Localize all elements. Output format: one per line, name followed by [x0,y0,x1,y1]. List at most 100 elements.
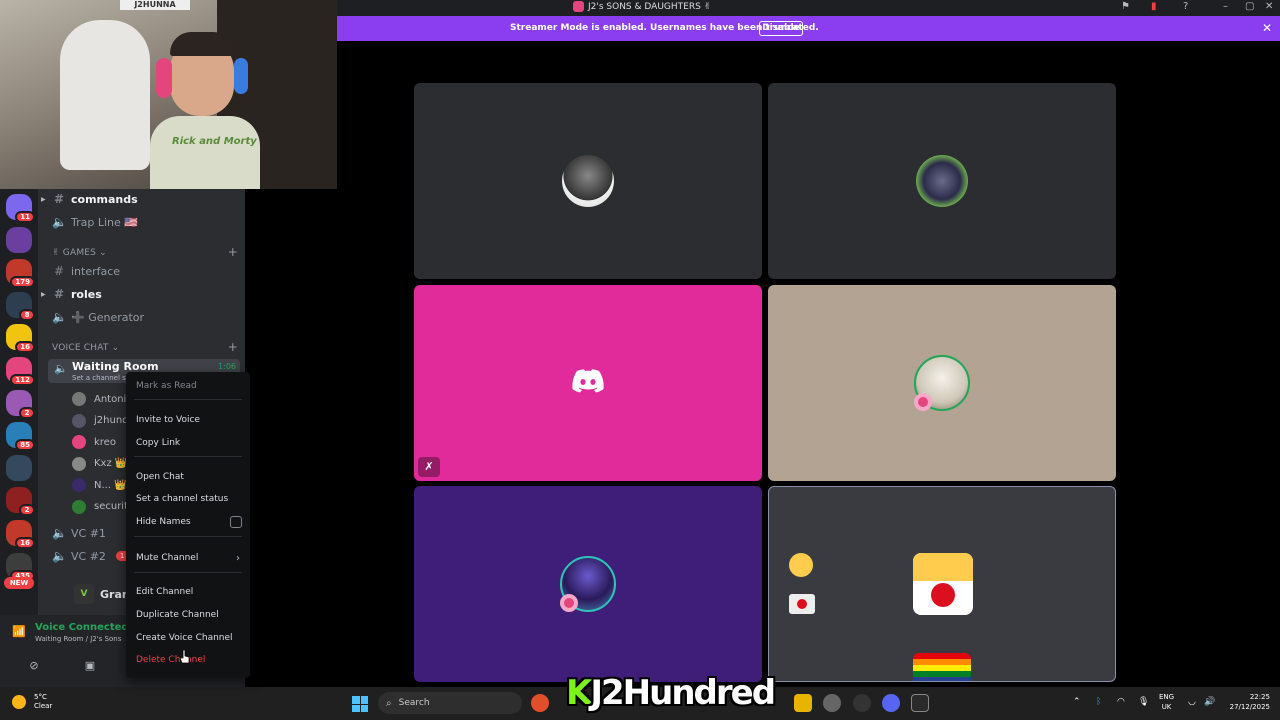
add-channel-icon[interactable]: + [228,341,238,353]
menu-hide-names[interactable]: Hide Names [136,513,242,531]
microphone-icon[interactable]: 🎙 [1138,697,1149,707]
participant-tile[interactable]: ✗ [414,285,762,481]
close-banner-icon[interactable]: ✕ [1262,21,1272,35]
discord-logo-icon [572,369,604,393]
voice-user[interactable]: j2hundr [72,411,133,431]
menu-open-chat[interactable]: Open Chat [136,468,240,486]
start-button-icon[interactable] [352,696,368,712]
brave-browser-icon[interactable] [531,694,549,712]
menu-mute-channel[interactable]: Mute Channel › [136,549,240,567]
inbox-icon[interactable]: ⚑ [1121,1,1130,12]
voice-user[interactable]: N... 👑 [72,475,127,495]
bluetooth-icon[interactable]: ᛒ [1096,697,1101,707]
server-icon[interactable]: 2 [6,389,35,419]
voice-channel-icon: 🔈 [52,526,67,540]
muted-mic-icon: ✗ [418,457,440,477]
menu-mark-as-read[interactable]: Mark as Read [136,377,240,395]
wifi-icon[interactable]: ◠ [1117,697,1125,707]
menu-edit-channel[interactable]: Edit Channel [136,583,240,601]
channel-commands[interactable]: ▶ # commands [41,189,238,209]
mention-badge: 8 [19,308,35,321]
voice-channel-icon: 🔈 [54,362,68,375]
menu-set-channel-status[interactable]: Set a channel status [136,490,240,508]
server-icon[interactable]: 16 [6,324,35,354]
webcam-overlay: J2HUNNA Rick and Morty [0,0,337,189]
text-channel-icon: # [53,192,65,206]
search-icon: ⌕ [386,697,392,709]
server-icon[interactable]: 11 [6,194,35,223]
voice-user[interactable]: Antonio [72,389,132,409]
participant-tile[interactable] [768,285,1116,481]
webcam-sign: J2HUNNA [120,0,190,10]
hand-cursor-icon [180,650,190,664]
taskbar-search[interactable]: ⌕ Search [378,692,522,714]
epic-games-icon[interactable] [911,694,929,712]
mention-badge: 16 [15,537,35,549]
weather-widget[interactable]: 5°C Clear [12,693,52,711]
avatar [72,478,86,492]
streamer: Rick and Morty [150,28,260,189]
minimize-icon[interactable]: – [1223,1,1228,12]
close-window-icon[interactable]: ✕ [1265,1,1273,12]
server-icon[interactable]: 179 [6,259,35,289]
participant-tile[interactable] [414,486,762,682]
participant-tile[interactable] [768,83,1116,279]
menu-create-voice-channel[interactable]: Create Voice Channel [136,629,240,647]
obs-icon[interactable] [853,694,871,712]
rockstar-launcher-icon[interactable] [794,694,812,712]
menu-copy-link[interactable]: Copy Link [136,434,240,452]
mention-badge: 2 [19,406,35,419]
category-voice-chat[interactable]: VOICE CHAT ⌄ + [52,341,238,353]
camera-off-icon[interactable]: ⊘ [14,655,54,675]
avatar [72,456,86,471]
avatar [72,435,86,449]
channel-context-menu: Mark as Read Invite to Voice Copy Link O… [126,372,250,678]
server-icon[interactable]: 2 [6,487,35,517]
server-icon[interactable]: 435 NEW [4,552,35,589]
channel-interface[interactable]: # interface [44,261,238,281]
participant-tile[interactable] [414,83,762,279]
notification-icon[interactable]: ▮ [1151,1,1157,12]
server-icon[interactable]: 8 [6,291,35,321]
category-games[interactable]: ✌ GAMES ⌄ + [52,246,238,258]
voice-user[interactable]: Kxz 👑 [72,454,127,474]
server-icon[interactable] [6,226,32,253]
settings-gear-icon[interactable] [823,694,841,712]
menu-duplicate-channel[interactable]: Duplicate Channel [136,606,240,624]
maximize-icon[interactable]: ▢ [1245,1,1254,12]
network-icon[interactable]: ◡ [1188,697,1196,707]
add-channel-icon[interactable]: + [228,246,238,258]
voice-channel-view: J2's SONS & DAUGHTERS ✌ ⚑ ▮ ? – ▢ ✕ Stre… [337,0,1280,687]
clock[interactable]: 22:25 27/12/2025 [1226,692,1270,712]
screen: J2's SONS & DAUGHTERS ✌ ⚑ ▮ ? – ▢ ✕ Stre… [0,0,1280,720]
voice-user[interactable]: kreo [72,432,116,452]
server-icon[interactable]: 112 [6,357,35,386]
disable-button[interactable]: Disable [759,21,803,36]
brand-watermark: KJ2Hundred [566,673,776,713]
channel-generator[interactable]: 🔈 ➕ Generator [44,307,238,327]
server-icon[interactable] [6,454,32,481]
weather-moon-icon [12,695,26,709]
server-icon[interactable]: 85 [6,422,35,452]
discord-taskbar-icon[interactable] [882,694,900,712]
signal-icon[interactable]: 📶 [12,625,26,638]
title-bar: J2's SONS & DAUGHTERS ✌ ⚑ ▮ ? – ▢ ✕ [337,0,1280,16]
smirk-emoji-icon [789,553,813,577]
text-channel-icon: # [53,287,65,301]
channel-trap-line[interactable]: 🔈 Trap Line 🇺🇸 [44,212,238,232]
channel-roles[interactable]: ▶ # roles [41,284,238,304]
donut-decoration-icon [560,594,578,612]
help-icon[interactable]: ? [1183,1,1188,12]
tray-chevron-up-icon[interactable]: ⌃ [1073,697,1081,707]
shirt: Rick and Morty [150,116,260,189]
hide-names-checkbox[interactable] [230,516,242,528]
input-language[interactable]: ENG UK [1159,692,1174,712]
participant-tile-focused[interactable] [768,486,1116,682]
avatar [72,413,86,428]
voice-user[interactable]: security [72,497,134,517]
menu-invite-to-voice[interactable]: Invite to Voice [136,411,240,429]
volume-icon[interactable]: 🔊 [1204,697,1215,707]
headset-left [156,58,172,98]
screen-share-icon[interactable]: ▣ [70,655,110,675]
server-icon[interactable]: 16 [6,520,35,549]
